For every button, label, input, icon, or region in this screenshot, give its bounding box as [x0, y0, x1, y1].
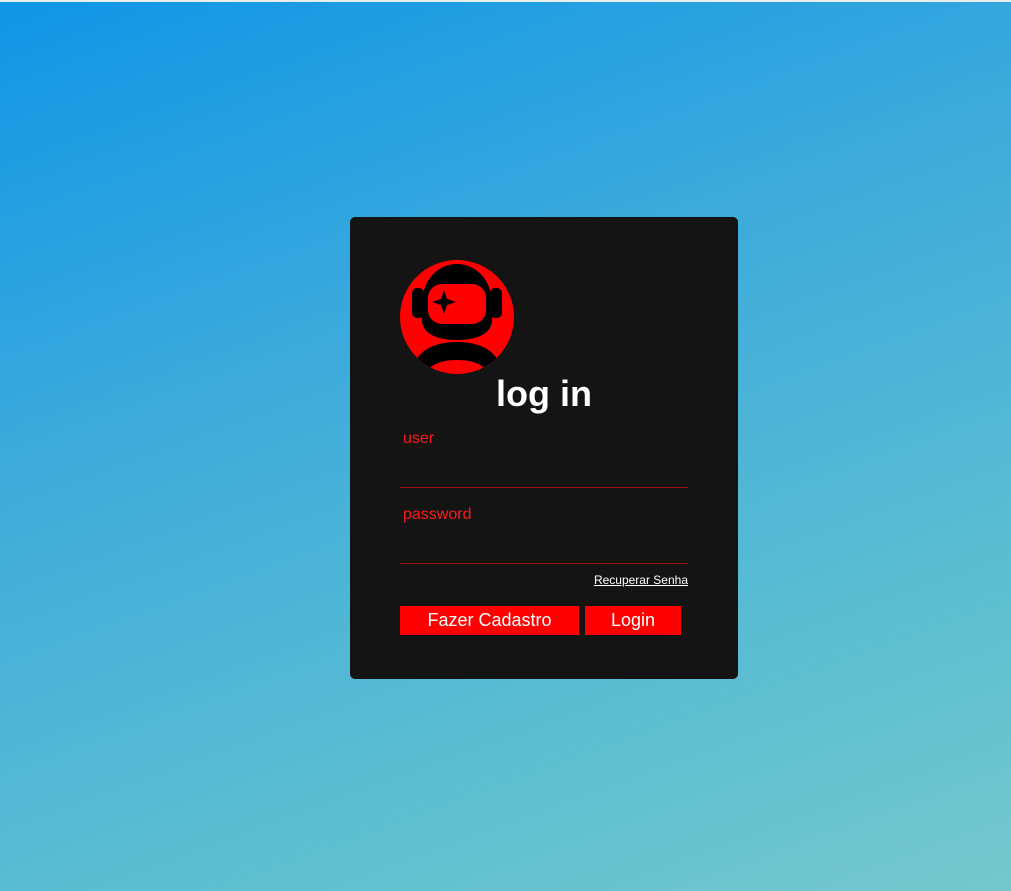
- password-field-group: password: [400, 506, 688, 564]
- recover-password-link[interactable]: Recuperar Senha: [594, 573, 688, 587]
- password-input[interactable]: [400, 530, 688, 564]
- astronaut-icon: [400, 260, 514, 374]
- signup-button[interactable]: Fazer Cadastro: [400, 606, 579, 635]
- login-card: log in user password Recuperar Senha Faz…: [350, 217, 738, 679]
- top-border: [0, 0, 1011, 2]
- user-input[interactable]: [400, 454, 688, 488]
- password-label: password: [403, 506, 472, 523]
- page-title: log in: [496, 373, 592, 414]
- login-button[interactable]: Login: [585, 606, 681, 635]
- user-field-group: user: [400, 430, 688, 488]
- user-label: user: [403, 430, 435, 447]
